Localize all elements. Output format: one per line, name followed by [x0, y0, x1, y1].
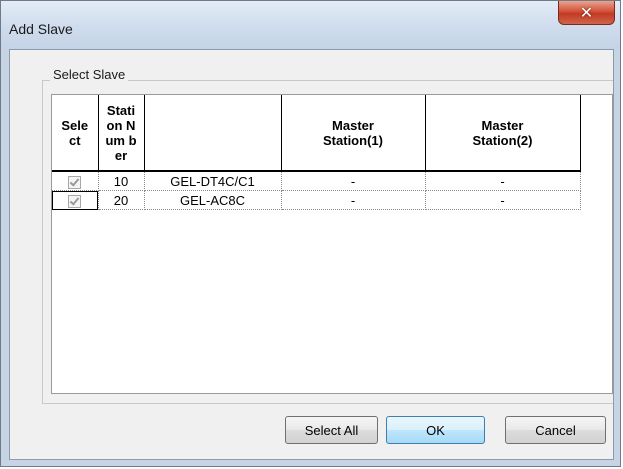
header-row: Sele ct Stati on Num ber Master Station(… [52, 95, 581, 172]
col-header-select[interactable]: Sele ct [52, 95, 99, 172]
close-icon: ✕ [579, 3, 594, 22]
select-cell[interactable] [52, 190, 99, 210]
col-header-station[interactable]: Stati on Num ber [97, 95, 145, 172]
row-checkbox[interactable] [68, 175, 82, 189]
row-checkbox[interactable] [68, 194, 82, 208]
table-row[interactable]: 20 GEL-AC8C - - [52, 190, 581, 210]
close-button[interactable]: ✕ [558, 1, 615, 25]
dialog-title: Add Slave [9, 21, 73, 37]
table-row[interactable]: 10 GEL-DT4C/C1 - - [52, 171, 581, 191]
select-all-button[interactable]: Select All [285, 416, 378, 444]
col-header-name[interactable] [143, 95, 282, 172]
title-bar[interactable]: Add Slave ✕ [1, 1, 620, 49]
master1-cell: - [280, 171, 426, 191]
slave-grid[interactable]: Sele ct Stati on Num ber Master Station(… [51, 94, 613, 394]
master2-cell: - [424, 171, 581, 191]
ok-button[interactable]: OK [386, 416, 485, 444]
master2-cell: - [424, 190, 581, 210]
slave-name-cell: GEL-AC8C [143, 190, 282, 210]
station-cell: 20 [97, 190, 145, 210]
col-header-master2[interactable]: Master Station(2) [424, 95, 581, 172]
station-cell: 10 [97, 171, 145, 191]
col-header-master1[interactable]: Master Station(1) [280, 95, 426, 172]
cancel-button[interactable]: Cancel [505, 416, 606, 444]
slave-table: Sele ct Stati on Num ber Master Station(… [52, 95, 581, 210]
slave-name-cell: GEL-DT4C/C1 [143, 171, 282, 191]
group-label: Select Slave [50, 67, 129, 82]
select-cell[interactable] [52, 171, 99, 191]
master1-cell: - [280, 190, 426, 210]
